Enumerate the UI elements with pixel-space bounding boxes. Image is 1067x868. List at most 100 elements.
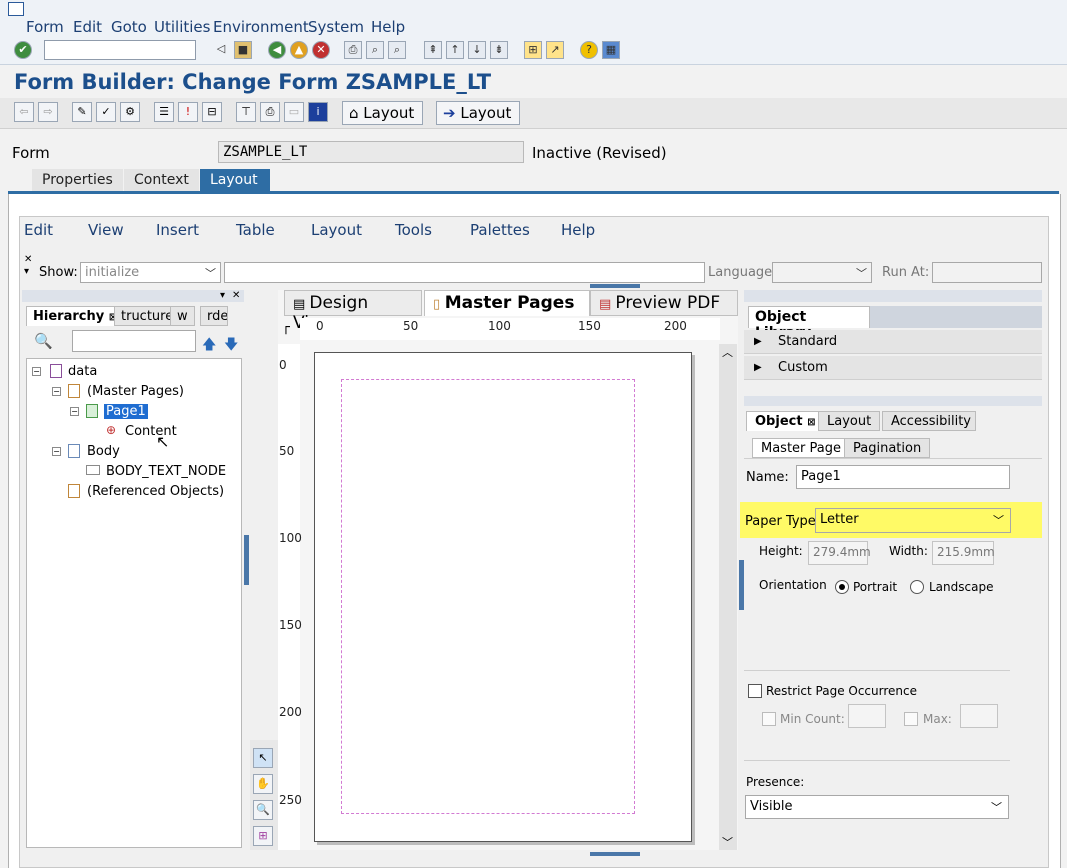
scroll-up-icon[interactable]: ︿ (722, 344, 733, 360)
menu-form[interactable]: Form (26, 18, 64, 36)
find-next-icon[interactable]: ⌕ (388, 41, 406, 59)
hierarchy-search-input[interactable] (72, 330, 196, 352)
run-at-dropdown[interactable] (932, 262, 1042, 283)
expand-script-icon[interactable]: ▾ (24, 266, 29, 277)
arrow-down-icon[interactable]: 🡇 (224, 334, 238, 358)
command-field[interactable] (44, 40, 196, 60)
subtab-master-page[interactable]: Master Page (752, 438, 850, 458)
last-page-icon[interactable]: ⇟ (490, 41, 508, 59)
enter-icon[interactable]: ✔ (14, 41, 32, 59)
designer-menu-tools[interactable]: Tools (395, 221, 432, 239)
back-arrow-icon[interactable]: ◁ (212, 41, 230, 59)
tree-item-referenced-objects[interactable]: (Referenced Objects) (87, 484, 224, 499)
print-preview-icon[interactable]: ⎙ (260, 102, 280, 122)
left-splitter-handle[interactable] (244, 535, 249, 585)
tree-item-data[interactable]: data (68, 364, 97, 379)
library-group-standard[interactable]: ▶ Standard (744, 330, 1042, 354)
next-page-icon[interactable]: ↓ (468, 41, 486, 59)
designer-menu-view[interactable]: View (88, 221, 124, 239)
tab-data-view[interactable]: w (170, 306, 195, 326)
collapse-icon[interactable]: − (70, 407, 79, 416)
search-icon[interactable]: 🔍 (34, 332, 53, 350)
cancel-icon[interactable]: ✕ (312, 41, 330, 59)
menu-environment[interactable]: Environment (213, 18, 309, 36)
tab-layout-palette[interactable]: Layout (818, 411, 881, 431)
back-nav-icon[interactable]: ⇦ (14, 102, 34, 122)
tree-item-body[interactable]: Body (87, 444, 120, 459)
forward-nav-icon[interactable]: ⇨ (38, 102, 58, 122)
vertical-scrollbar[interactable] (719, 344, 737, 850)
designer-menu-layout[interactable]: Layout (311, 221, 362, 239)
tab-object[interactable]: Object ⊠ (746, 411, 825, 431)
shortcut-icon[interactable]: ↗ (546, 41, 564, 59)
tab-hierarchy[interactable]: Hierarchy ⊠ (26, 306, 125, 326)
form-name-field[interactable]: ZSAMPLE_LT (218, 141, 524, 163)
tree-item-body-text-node[interactable]: BODY_TEXT_NODE (106, 464, 226, 479)
tab-preview-pdf[interactable]: ▤ Preview PDF (590, 290, 738, 316)
script-editor-field[interactable] (224, 262, 705, 283)
find-icon[interactable]: ⌕ (366, 41, 384, 59)
collapse-icon[interactable]: − (52, 447, 61, 456)
close-icon[interactable]: ⊠ (807, 417, 815, 428)
designer-menu-edit[interactable]: Edit (24, 221, 53, 239)
tab-design-view[interactable]: ▤ Design View (284, 290, 422, 333)
menu-goto[interactable]: Goto (111, 18, 147, 36)
sap-window-icon[interactable] (8, 2, 24, 16)
tab-properties[interactable]: Properties (32, 169, 123, 191)
tab-context[interactable]: Context (124, 169, 199, 191)
print-icon[interactable]: ⎙ (344, 41, 362, 59)
display-change-icon[interactable]: ✎ (72, 102, 92, 122)
paper-type-dropdown[interactable]: Letter ﹀ (815, 508, 1011, 533)
menu-help[interactable]: Help (371, 18, 405, 36)
library-group-custom[interactable]: ▶ Custom (744, 356, 1042, 380)
first-page-icon[interactable]: ⇞ (424, 41, 442, 59)
tab-object-library[interactable]: Object Library ⊠ (748, 306, 870, 341)
presence-dropdown[interactable]: Visible ﹀ (745, 795, 1009, 819)
create-session-icon[interactable]: ⊞ (524, 41, 542, 59)
info-marker-icon[interactable]: ! (178, 102, 198, 122)
layout-button-1[interactable]: ⌂ Layout (342, 101, 424, 125)
panel-menu-icon[interactable]: ▾ (220, 290, 225, 301)
language-dropdown[interactable]: ﹀ (772, 262, 872, 283)
designer-menu-table[interactable]: Table (236, 221, 275, 239)
landscape-radio[interactable] (910, 580, 924, 594)
help-icon[interactable]: ? (580, 41, 598, 59)
zoom-tool-icon[interactable]: 🔍 (253, 800, 273, 820)
previous-page-icon[interactable]: ↑ (446, 41, 464, 59)
where-used-icon[interactable]: ⊟ (202, 102, 222, 122)
restrict-occurrence-checkbox[interactable] (748, 684, 762, 698)
close-script-icon[interactable]: ✕ (24, 254, 32, 265)
hand-tool-icon[interactable]: ✋ (253, 774, 273, 794)
designer-menu-palettes[interactable]: Palettes (470, 221, 530, 239)
designer-menu-insert[interactable]: Insert (156, 221, 199, 239)
select-tool-icon[interactable]: ↖ (253, 748, 273, 768)
layout-settings-icon[interactable]: ▦ (602, 41, 620, 59)
tree-item-master-pages[interactable]: (Master Pages) (87, 384, 184, 399)
hierarchy-icon[interactable]: ⊤ (236, 102, 256, 122)
tab-tab-order[interactable]: rde (200, 306, 228, 326)
tree-item-page1[interactable]: Page1 (104, 404, 148, 419)
object-list-icon[interactable]: ☰ (154, 102, 174, 122)
layout-button-2[interactable]: ➔ Layout (436, 101, 521, 125)
exit-icon[interactable]: ▲ (290, 41, 308, 59)
designer-menu-help[interactable]: Help (561, 221, 595, 239)
info-icon[interactable]: i (308, 102, 328, 122)
subtab-pagination[interactable]: Pagination (844, 438, 931, 458)
show-dropdown[interactable]: initialize ﹀ (80, 262, 221, 283)
draw-tool-icon[interactable]: ⊞ (253, 826, 273, 846)
check-icon[interactable]: ✓ (96, 102, 116, 122)
activate-icon[interactable]: ⚙ (120, 102, 140, 122)
menu-edit[interactable]: Edit (73, 18, 102, 36)
content-area[interactable] (341, 379, 635, 814)
top-splitter-handle[interactable] (590, 284, 640, 288)
menu-system[interactable]: System (308, 18, 364, 36)
tab-layout[interactable]: Layout (200, 169, 270, 191)
arrow-up-icon[interactable]: 🡅 (202, 334, 216, 358)
name-input[interactable]: Page1 (796, 465, 1010, 489)
save-icon[interactable]: ■ (234, 41, 252, 59)
menu-utilities[interactable]: Utilities (154, 18, 210, 36)
collapse-icon[interactable]: − (52, 387, 61, 396)
panel-close-icon[interactable]: ✕ (232, 290, 240, 301)
collapse-icon[interactable]: − (32, 367, 41, 376)
back-icon[interactable]: ◀ (268, 41, 286, 59)
